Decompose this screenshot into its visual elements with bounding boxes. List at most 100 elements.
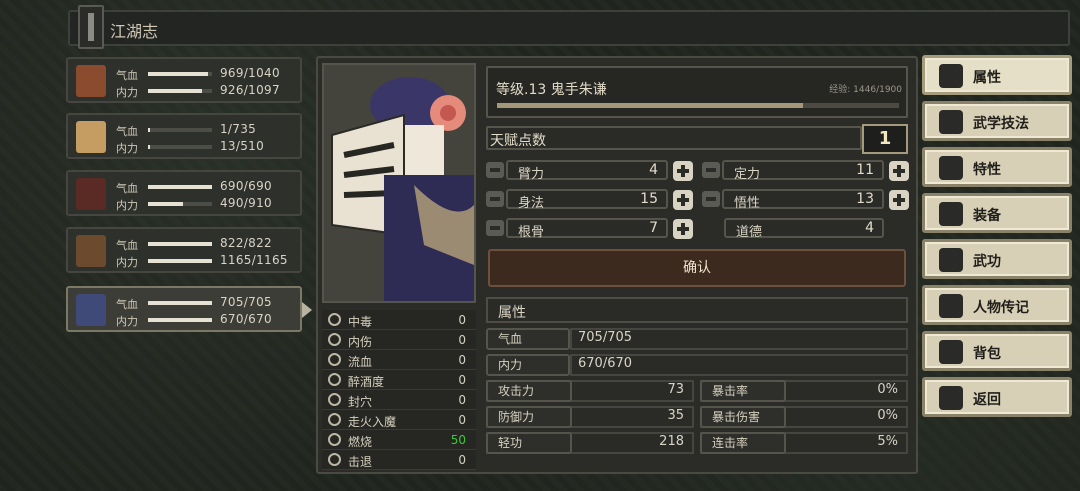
stat-label: 暴击伤害 [700,406,786,428]
status-label: 击退 [348,455,373,469]
hp-bar-fill [148,242,212,246]
minus-button[interactable] [486,220,504,236]
menu-button-1[interactable]: 属性 [922,55,1072,95]
status-label: 中毒 [348,315,373,329]
plus-button[interactable] [673,190,693,210]
status-icon [328,393,341,406]
status-row: 封穴 0 [322,390,476,410]
mp-label: 内力 [116,256,138,269]
minus-button[interactable] [486,191,504,207]
hp-bar [148,128,212,132]
stat-label: 连击率 [700,432,786,454]
attribute-field: 身法 15 [506,189,668,211]
hp-label: 气血 [116,69,138,82]
attribute-label: 臂力 [518,167,545,182]
hp-bar-fill [148,185,212,189]
hp-value: 969/1040 [220,66,280,80]
character-card[interactable]: 气血 969/1040 内力 926/1097 [66,57,302,103]
status-value: 0 [458,333,466,347]
mp-label: 内力 [116,86,138,99]
minus-button[interactable] [486,162,504,178]
confirm-button[interactable]: 确认 [488,249,906,287]
avatar [76,294,106,326]
plus-button[interactable] [673,161,693,181]
level-name: 等级.13 鬼手朱谦 [496,82,607,98]
exp-bar [497,103,899,108]
avatar [76,178,106,210]
exp-text: 经验: 1446/1900 [829,85,902,95]
status-row: 流血 0 [322,350,476,370]
menu-button-3[interactable]: 特性 [922,147,1072,187]
hp-bar [148,301,212,305]
door-icon [939,386,963,410]
talent-label: 天赋点数 [490,133,546,149]
stat-label: 防御力 [486,406,572,428]
status-row: 击退 0 [322,450,476,470]
character-card[interactable]: 气血 1/735 内力 13/510 [66,113,302,159]
hp-value: 690/690 [220,179,272,193]
menu-button-6[interactable]: 人物传记 [922,285,1072,325]
status-label: 流血 [348,355,373,369]
stat-row: 暴击伤害 0% [700,406,908,428]
mp-row: 内力 490/910 [116,196,296,212]
stat-value: 0% [877,382,898,397]
stat-value: 5% [877,434,898,449]
plus-button[interactable] [889,161,909,181]
mp-bar-fill [148,145,150,149]
mp-value: 1165/1165 [220,253,288,267]
hp-bar [148,72,212,76]
portrait-image [324,65,474,301]
mp-bar-fill [148,259,212,263]
minus-button[interactable] [702,162,720,178]
book-icon [78,5,104,49]
attribute-value: 11 [856,162,874,178]
mp-value: 490/910 [220,196,272,210]
status-icon [328,433,341,446]
status-label: 走火入魔 [348,415,397,429]
hp-label: 气血 [116,182,138,195]
hp-label: 气血 [116,239,138,252]
avatar [76,65,106,97]
stat-value: 35 [667,408,684,423]
status-label: 燃烧 [348,435,373,449]
exp-bar-fill [497,103,803,108]
attribute-label: 根骨 [518,225,545,240]
avatar [76,121,106,153]
martial-skill-icon [939,110,963,134]
status-row: 醉酒度 0 [322,370,476,390]
page-title: 江湖志 [110,22,159,41]
hp-value: 1/735 [220,122,257,136]
hp-bar-fill [148,72,208,76]
minus-button[interactable] [702,191,720,207]
selected-arrow-icon [302,302,312,318]
mp-bar-fill [148,89,202,93]
menu-label: 武学技法 [973,116,1029,132]
stat-value: 218 [659,434,684,449]
hp-row: 气血 969/1040 [116,66,296,82]
menu-button-8[interactable]: 返回 [922,377,1072,417]
menu-button-4[interactable]: 装备 [922,193,1072,233]
attribute-label: 定力 [734,167,761,182]
status-row: 中毒 0 [322,310,476,330]
stat-value: 73 [667,382,684,397]
character-card[interactable]: 气血 822/822 内力 1165/1165 [66,227,302,273]
mp-tag: 内力 [486,354,570,376]
menu-button-7[interactable]: 背包 [922,331,1072,371]
attribute-value: 4 [649,162,658,178]
mp-bar [148,202,212,206]
menu-label: 返回 [973,392,1001,408]
hp-value: 705/705 [578,330,633,345]
character-card[interactable]: 气血 705/705 内力 670/670 [66,286,302,332]
attribute-field: 定力 11 [722,160,884,182]
mp-bar [148,145,212,149]
menu-button-2[interactable]: 武学技法 [922,101,1072,141]
menu-button-5[interactable]: 武功 [922,239,1072,279]
plus-button[interactable] [673,219,693,239]
status-icon [328,373,341,386]
attribute-field: 悟性 13 [722,189,884,211]
mp-bar [148,89,212,93]
attribute-field: 根骨 7 [506,218,668,240]
status-icon [328,353,341,366]
plus-button[interactable] [889,190,909,210]
character-card[interactable]: 气血 690/690 内力 490/910 [66,170,302,216]
